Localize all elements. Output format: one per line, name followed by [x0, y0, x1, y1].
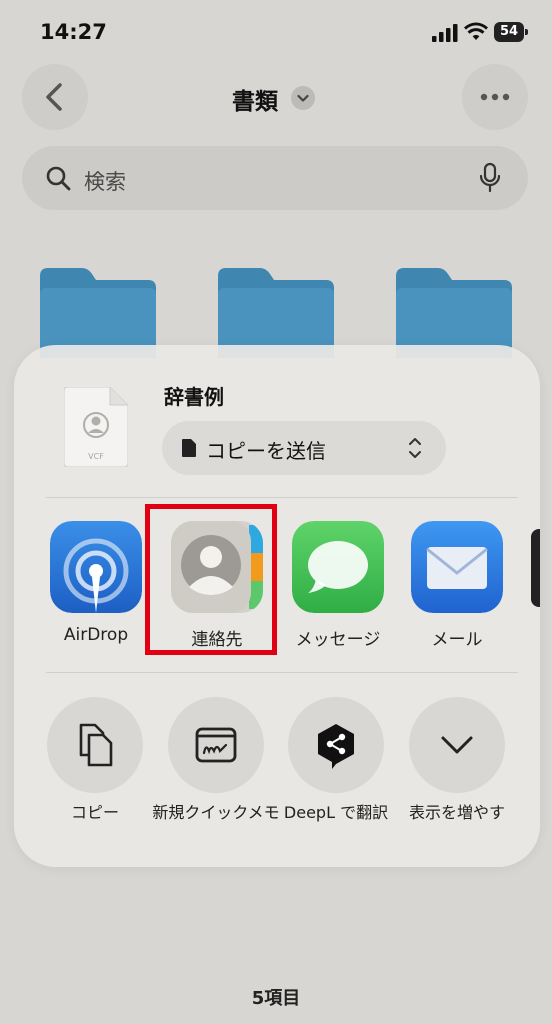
more-button[interactable]	[462, 64, 528, 130]
messages-icon	[292, 521, 384, 613]
send-option-label: コピーを送信	[206, 439, 326, 463]
deepl-icon	[318, 724, 354, 769]
file-type-label: VCF	[88, 452, 104, 461]
microphone-icon[interactable]	[478, 162, 502, 194]
chevron-updown-icon	[409, 438, 421, 458]
battery-icon: 54	[494, 22, 530, 42]
battery-level: 54	[494, 22, 524, 42]
search-icon	[46, 166, 71, 191]
cellular-signal-icon	[432, 24, 458, 42]
title-menu-button[interactable]	[291, 86, 315, 110]
share-sheet: VCF 辞書例 コピーを送信 AirDrop 連絡先 メッセージ メール コピー…	[14, 345, 540, 867]
ellipsis-icon	[480, 93, 510, 101]
quick-note-icon	[195, 727, 237, 763]
document-icon	[182, 439, 196, 457]
chevron-left-icon	[46, 83, 62, 111]
chevron-down-icon	[441, 736, 473, 754]
divider	[46, 672, 518, 673]
status-time: 14:27	[40, 20, 107, 44]
status-bar: 14:27 54	[0, 0, 552, 60]
page-title[interactable]: 書類	[232, 82, 278, 116]
search-placeholder: 検索	[84, 170, 126, 194]
app-label: メール	[431, 630, 483, 650]
chevron-down-icon	[297, 94, 309, 102]
action-label: 表示を増やす	[408, 803, 505, 822]
back-button[interactable]	[22, 64, 88, 130]
item-count: 5項目	[251, 988, 301, 1009]
divider	[46, 497, 518, 498]
file-name: 辞書例	[164, 385, 224, 409]
highlight-box	[145, 504, 277, 655]
mail-icon	[411, 521, 503, 613]
next-app-peek[interactable]	[531, 529, 540, 607]
copy-icon	[79, 723, 113, 767]
vcf-file-icon: VCF	[64, 387, 128, 467]
search-field[interactable]: 検索	[22, 146, 528, 210]
send-option-selector[interactable]: コピーを送信	[162, 421, 446, 475]
wifi-icon	[464, 22, 488, 40]
airdrop-icon	[50, 521, 142, 613]
